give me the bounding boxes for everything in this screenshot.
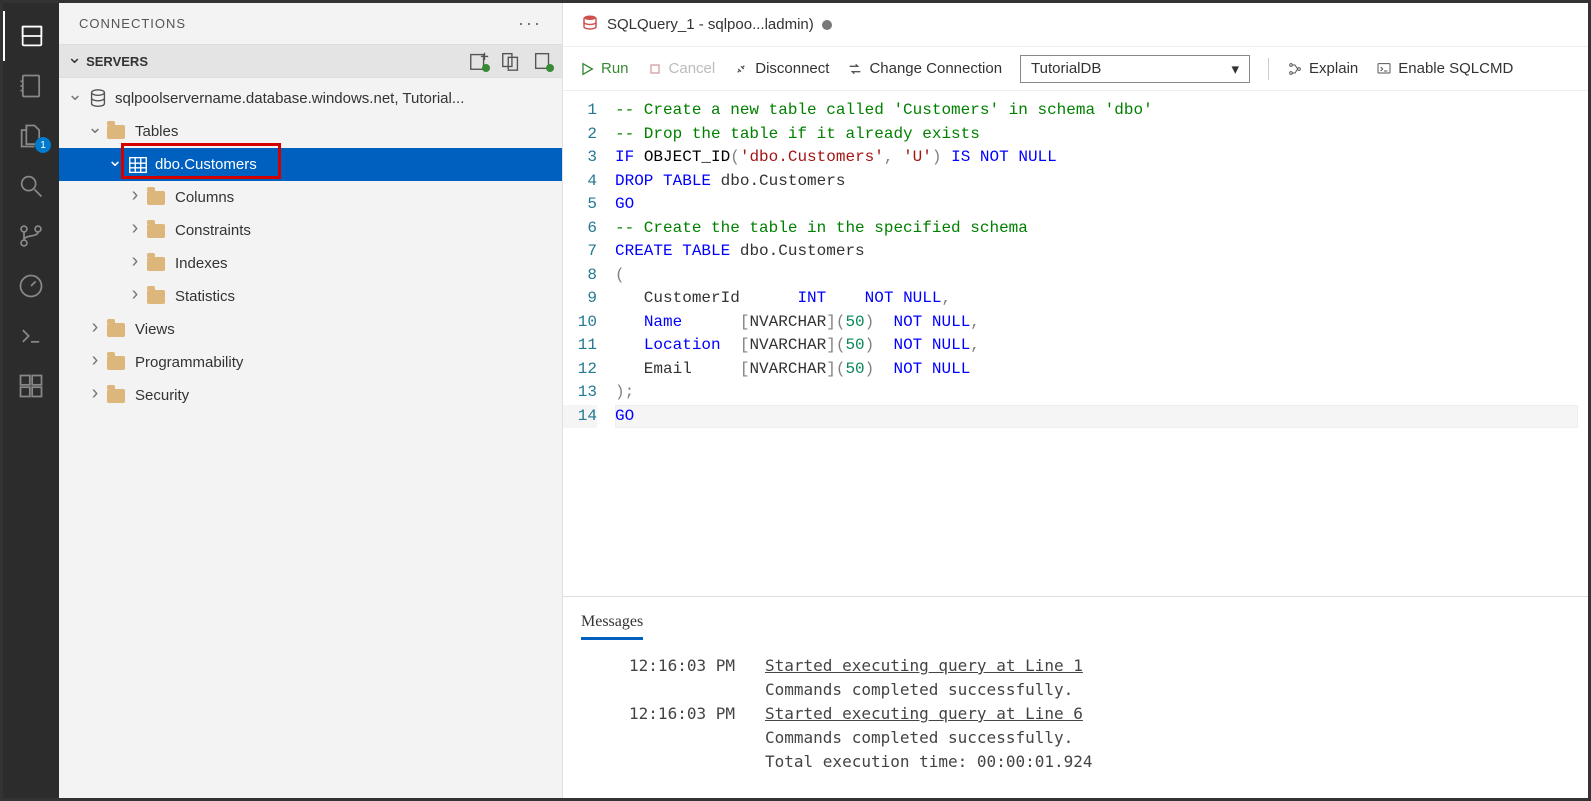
code-editor[interactable]: 1234567891011121314 -- Create a new tabl… [563,91,1588,596]
chevron-right-icon [87,318,103,341]
disconnect-button[interactable]: Disconnect [733,60,829,77]
enable-sqlcmd-button[interactable]: Enable SQLCMD [1376,60,1513,77]
search-icon [17,172,45,200]
tree-node-constraints[interactable]: Constraints [59,214,562,247]
tree-label: dbo.Customers [155,156,257,173]
messages-panel: Messages 12:16:03 PMStarted executing qu… [563,596,1588,798]
servers-title: SERVERS [86,54,468,69]
chevron-right-icon [87,384,103,407]
new-query-button[interactable] [532,50,554,72]
extensions-icon [17,372,45,400]
folder-icon [107,323,129,337]
messages-tab[interactable]: Messages [581,607,643,640]
tree-node-security[interactable]: Security [59,379,562,412]
activity-extensions[interactable] [3,361,59,411]
chevron-right-icon [127,186,143,209]
tree-node-dbo-customers[interactable]: dbo.Customers [59,148,562,181]
tree-node-server[interactable]: sqlpoolservername.database.windows.net, … [59,82,562,115]
tree-label: Security [135,387,189,404]
tab-sqlquery-1[interactable]: SQLQuery_1 - sqlpoo...ladmin) [563,3,850,46]
messages-body: 12:16:03 PMStarted executing query at Li… [581,640,1570,788]
chevron-down-icon [67,88,83,109]
chevron-right-icon [127,285,143,308]
chevron-right-icon [127,252,143,275]
new-group-button[interactable] [500,50,522,72]
tree-node-views[interactable]: Views [59,313,562,346]
folder-icon [107,389,129,403]
activity-connections[interactable] [3,11,59,61]
line-gutter: 1234567891011121314 [563,99,615,596]
chevron-right-icon [127,219,143,242]
notebook-icon [17,72,45,100]
table-icon [127,157,149,173]
database-icon [581,14,599,36]
gauge-icon [17,272,45,300]
tree-node-indexes[interactable]: Indexes [59,247,562,280]
cancel-button[interactable]: Cancel [647,60,716,77]
activity-dashboard[interactable] [3,261,59,311]
tab-label: SQLQuery_1 - sqlpoo...ladmin) [607,16,814,33]
run-button[interactable]: Run [579,60,629,77]
folder-icon [147,257,169,271]
panel-more-button[interactable]: ··· [518,13,542,34]
terminal-icon [17,322,45,350]
tree-label: Indexes [175,255,228,272]
tree-label: Tables [135,123,178,140]
chevron-down-icon [67,51,82,72]
code-content: -- Create a new table called 'Customers'… [615,99,1588,596]
dirty-indicator [822,20,832,30]
activity-terminal[interactable] [3,311,59,361]
server-icon [18,22,46,50]
editor-tabs: SQLQuery_1 - sqlpoo...ladmin) [563,3,1588,47]
server-tree: sqlpoolservername.database.windows.net, … [59,78,562,412]
db-server-icon [87,89,109,109]
tree-label: Columns [175,189,234,206]
folder-icon [147,224,169,238]
tree-label: Programmability [135,354,243,371]
activity-notebooks[interactable] [3,61,59,111]
new-connection-button[interactable] [468,50,490,72]
chevron-down-icon: ▾ [1232,60,1240,78]
activity-bar: 1 [3,3,59,798]
main-area: SQLQuery_1 - sqlpoo...ladmin) Run Cancel… [563,3,1588,798]
tree-label: Constraints [175,222,251,239]
activity-explorer[interactable]: 1 [3,111,59,161]
activity-search[interactable] [3,161,59,211]
tree-label: Views [135,321,175,338]
tree-label: sqlpoolservername.database.windows.net, … [115,90,464,107]
tree-label: Statistics [175,288,235,305]
tree-node-statistics[interactable]: Statistics [59,280,562,313]
change-connection-button[interactable]: Change Connection [847,60,1002,77]
folder-icon [147,290,169,304]
activity-source-control[interactable] [3,211,59,261]
tree-node-tables[interactable]: Tables [59,115,562,148]
chevron-down-icon [107,154,123,175]
explorer-badge: 1 [35,137,51,153]
panel-title: CONNECTIONS [79,16,186,31]
chevron-right-icon [87,351,103,374]
explain-button[interactable]: Explain [1287,60,1358,77]
tree-node-columns[interactable]: Columns [59,181,562,214]
separator [1268,58,1269,80]
folder-icon [107,125,129,139]
servers-section-header[interactable]: SERVERS [59,44,562,78]
folder-icon [107,356,129,370]
branch-icon [17,222,45,250]
folder-icon [147,191,169,205]
query-toolbar: Run Cancel Disconnect Change Connection … [563,47,1588,91]
database-dropdown[interactable]: TutorialDB▾ [1020,55,1250,83]
chevron-down-icon [87,121,103,142]
connections-panel: CONNECTIONS ··· SERVERS sqlpoolservernam… [59,3,563,798]
tree-node-programmability[interactable]: Programmability [59,346,562,379]
